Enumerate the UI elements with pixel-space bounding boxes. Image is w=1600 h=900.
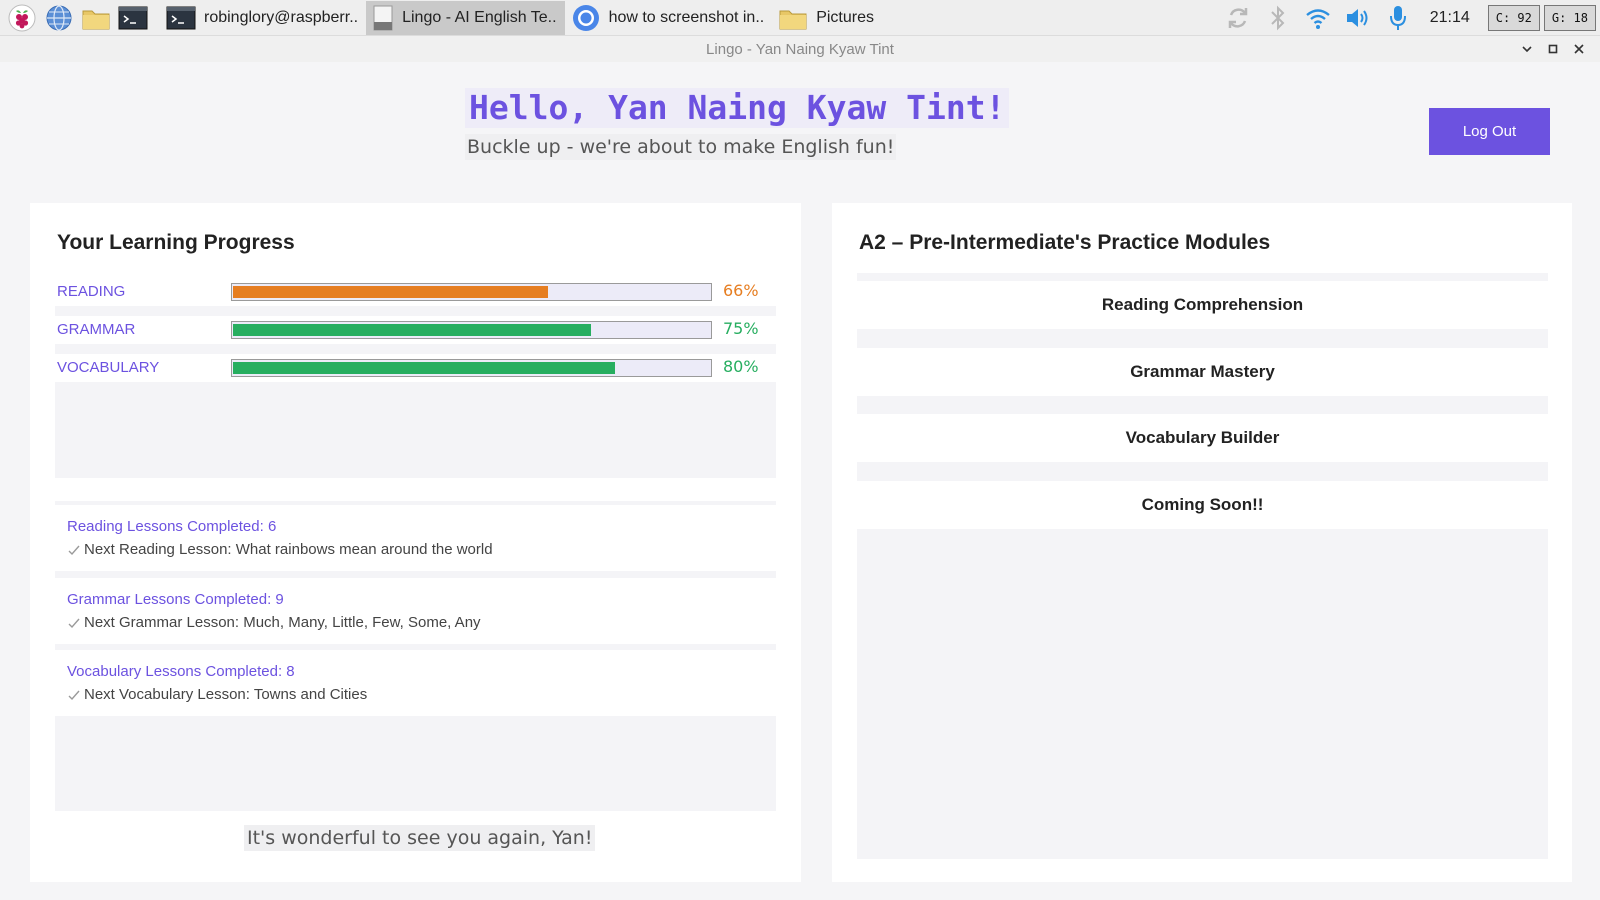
task-label: Pictures [816, 8, 874, 26]
app-window-icon [373, 5, 393, 30]
welcome-back-message: It's wonderful to see you again, Yan! [244, 825, 596, 851]
check-icon [68, 690, 80, 700]
progress-percent: 66% [723, 281, 759, 300]
lessons-list: Reading Lessons Completed: 6 Next Readin… [55, 501, 776, 811]
progress-card: Your Learning Progress READING 66% GRAMM… [30, 203, 801, 882]
terminal-icon [166, 6, 196, 29]
progress-bars: READING 66% GRAMMAR 75% VOCABULARY 80% [55, 278, 776, 478]
module-grammar-mastery-button[interactable]: Grammar Mastery [857, 348, 1548, 396]
lesson-item-grammar: Grammar Lessons Completed: 9 Next Gramma… [55, 578, 776, 644]
lesson-next: Next Vocabulary Lesson: Towns and Cities [84, 686, 368, 703]
microphone-icon[interactable] [1384, 4, 1412, 32]
lesson-next: Next Reading Lesson: What rainbows mean … [84, 541, 493, 558]
progress-bar-grammar [231, 321, 712, 339]
module-coming-soon-button[interactable]: Coming Soon!! [857, 481, 1548, 529]
lesson-next-row: Next Grammar Lesson: Much, Many, Little,… [67, 614, 481, 631]
lesson-next-row: Next Reading Lesson: What rainbows mean … [67, 541, 493, 558]
module-vocabulary-builder-button[interactable]: Vocabulary Builder [857, 414, 1548, 462]
window-title: Lingo - Yan Naing Kyaw Tint [706, 40, 894, 58]
terminal-icon[interactable] [118, 3, 148, 33]
progress-label: READING [57, 283, 126, 300]
app-content: Hello, Yan Naing Kyaw Tint! Buckle up - … [0, 62, 1600, 900]
task-pictures[interactable]: Pictures [772, 1, 882, 35]
progress-row-reading: READING 66% [55, 278, 776, 306]
lesson-next-row: Next Vocabulary Lesson: Towns and Cities [67, 686, 367, 703]
modules-list: Reading Comprehension Grammar Mastery Vo… [857, 273, 1548, 859]
task-label: Lingo - AI English Te.. [402, 8, 557, 26]
progress-title: Your Learning Progress [57, 231, 295, 254]
progress-row-grammar: GRAMMAR 75% [55, 316, 776, 344]
check-icon [68, 618, 80, 628]
maximize-icon[interactable] [1540, 39, 1566, 59]
task-terminal[interactable]: robinglory@raspberr.. [160, 1, 366, 35]
system-tray: 21:14 C: 92 G: 18 [1224, 0, 1600, 36]
progress-bar-vocabulary [231, 359, 712, 377]
progress-fill [233, 324, 591, 336]
file-manager-icon[interactable] [81, 3, 111, 33]
lesson-completed: Vocabulary Lessons Completed: 8 [67, 663, 295, 680]
modules-title: A2 – Pre-Intermediate's Practice Modules [859, 231, 1271, 254]
window-titlebar[interactable]: Lingo - Yan Naing Kyaw Tint [0, 36, 1600, 62]
logout-button[interactable]: Log Out [1429, 108, 1550, 155]
task-lingo[interactable]: Lingo - AI English Te.. [366, 0, 565, 35]
clock[interactable]: 21:14 [1430, 9, 1470, 27]
lesson-completed: Grammar Lessons Completed: 9 [67, 591, 284, 608]
greeting-title: Hello, Yan Naing Kyaw Tint! [465, 88, 1010, 128]
close-icon[interactable] [1566, 39, 1592, 59]
greeting-subtitle: Buckle up - we're about to make English … [465, 134, 897, 160]
web-browser-icon[interactable] [44, 3, 74, 33]
taskbar: robinglory@raspberr.. Lingo - AI English… [0, 0, 1600, 36]
progress-fill [233, 286, 548, 298]
volume-icon[interactable] [1344, 4, 1372, 32]
progress-bar-reading [231, 283, 712, 301]
raspberry-pi-menu-icon[interactable] [7, 3, 37, 33]
lesson-next: Next Grammar Lesson: Much, Many, Little,… [84, 614, 481, 631]
lesson-completed: Reading Lessons Completed: 6 [67, 518, 277, 535]
progress-percent: 80% [723, 357, 759, 376]
task-label: robinglory@raspberr.. [204, 8, 359, 26]
folder-icon [779, 10, 807, 29]
minimize-icon[interactable] [1514, 39, 1540, 59]
task-label: how to screenshot in.. [608, 8, 765, 26]
module-reading-comprehension-button[interactable]: Reading Comprehension [857, 281, 1548, 329]
task-chromium[interactable]: how to screenshot in.. [565, 1, 773, 35]
cpu-monitor[interactable]: C: 92 [1487, 5, 1540, 31]
chromium-icon [572, 4, 599, 31]
bluetooth-icon[interactable] [1264, 4, 1292, 32]
lesson-item-reading: Reading Lessons Completed: 6 Next Readin… [55, 505, 776, 571]
progress-percent: 75% [723, 319, 759, 338]
modules-card: A2 – Pre-Intermediate's Practice Modules… [832, 203, 1572, 882]
progress-fill [233, 362, 615, 374]
lesson-item-vocabulary: Vocabulary Lessons Completed: 8 Next Voc… [55, 650, 776, 716]
wifi-icon[interactable] [1304, 4, 1332, 32]
check-icon [68, 545, 80, 555]
gpu-monitor[interactable]: G: 18 [1543, 5, 1596, 31]
update-icon[interactable] [1224, 4, 1252, 32]
progress-label: GRAMMAR [57, 321, 136, 338]
progress-label: VOCABULARY [57, 359, 160, 376]
progress-row-vocabulary: VOCABULARY 80% [55, 354, 776, 382]
